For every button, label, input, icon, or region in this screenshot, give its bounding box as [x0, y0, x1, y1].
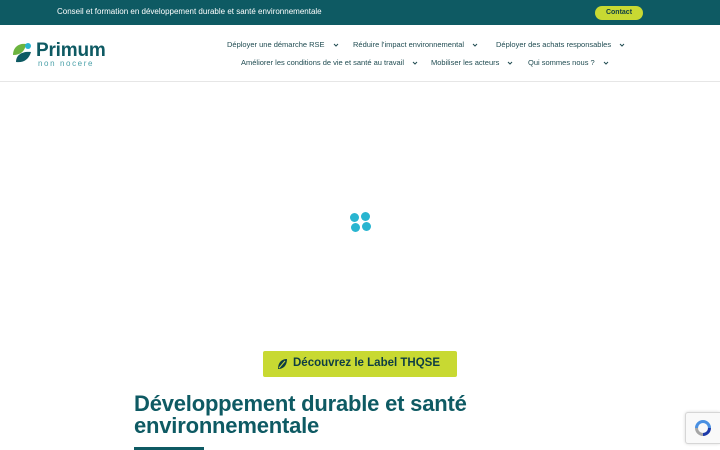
chevron-down-icon [508, 61, 513, 65]
label-thqse-button[interactable]: Découvrez le Label THQSE [263, 351, 457, 377]
nav-item-impact[interactable]: Réduire l'impact environnemental [353, 40, 478, 49]
nav-item-label: Réduire l'impact environnemental [353, 40, 465, 49]
nav-item-achats[interactable]: Déployer des achats responsables [496, 40, 625, 49]
nav-item-rse[interactable]: Déployer une démarche RSE [227, 40, 339, 49]
nav-item-label: Améliorer les conditions de vie et santé… [241, 58, 405, 67]
site-logo[interactable]: Primum non nocere [10, 40, 110, 70]
top-bar: Conseil et formation en développement du… [0, 0, 720, 25]
contact-button[interactable]: Contact [595, 6, 643, 20]
page-title: Développement durable et santé environne… [134, 391, 467, 438]
nav-item-acteurs[interactable]: Mobiliser les acteurs [431, 58, 513, 67]
loader-dot [362, 222, 371, 231]
leaf-icon [278, 359, 287, 369]
chevron-down-icon [412, 61, 418, 65]
chevron-down-icon [333, 43, 338, 47]
loader-dot [350, 213, 359, 222]
nav-item-label: Mobiliser les acteurs [431, 58, 500, 67]
chevron-down-icon [472, 43, 478, 47]
nav-item-conditions[interactable]: Améliorer les conditions de vie et santé… [241, 58, 418, 67]
nav-item-label: Qui sommes nous ? [528, 58, 595, 67]
chevron-down-icon [619, 43, 625, 47]
loading-dots-icon [350, 212, 372, 234]
recaptcha-badge[interactable] [685, 412, 720, 444]
topbar-tagline: Conseil et formation en développement du… [57, 7, 322, 16]
label-thqse-text: Découvrez le Label THQSE [293, 357, 440, 369]
recaptcha-icon [695, 420, 711, 436]
logo-tagline: non nocere [38, 59, 95, 68]
nav-item-label: Déployer des achats responsables [496, 40, 612, 49]
loader-dot [351, 223, 360, 232]
chevron-down-icon [603, 61, 609, 65]
loader-dot [361, 212, 370, 221]
logo-leaf-icon [13, 43, 31, 63]
site-header: Primum non nocere Déployer une démarche … [0, 25, 720, 82]
nav-item-qui-sommes-nous[interactable]: Qui sommes nous ? [528, 58, 609, 67]
nav-item-label: Déployer une démarche RSE [227, 40, 325, 49]
